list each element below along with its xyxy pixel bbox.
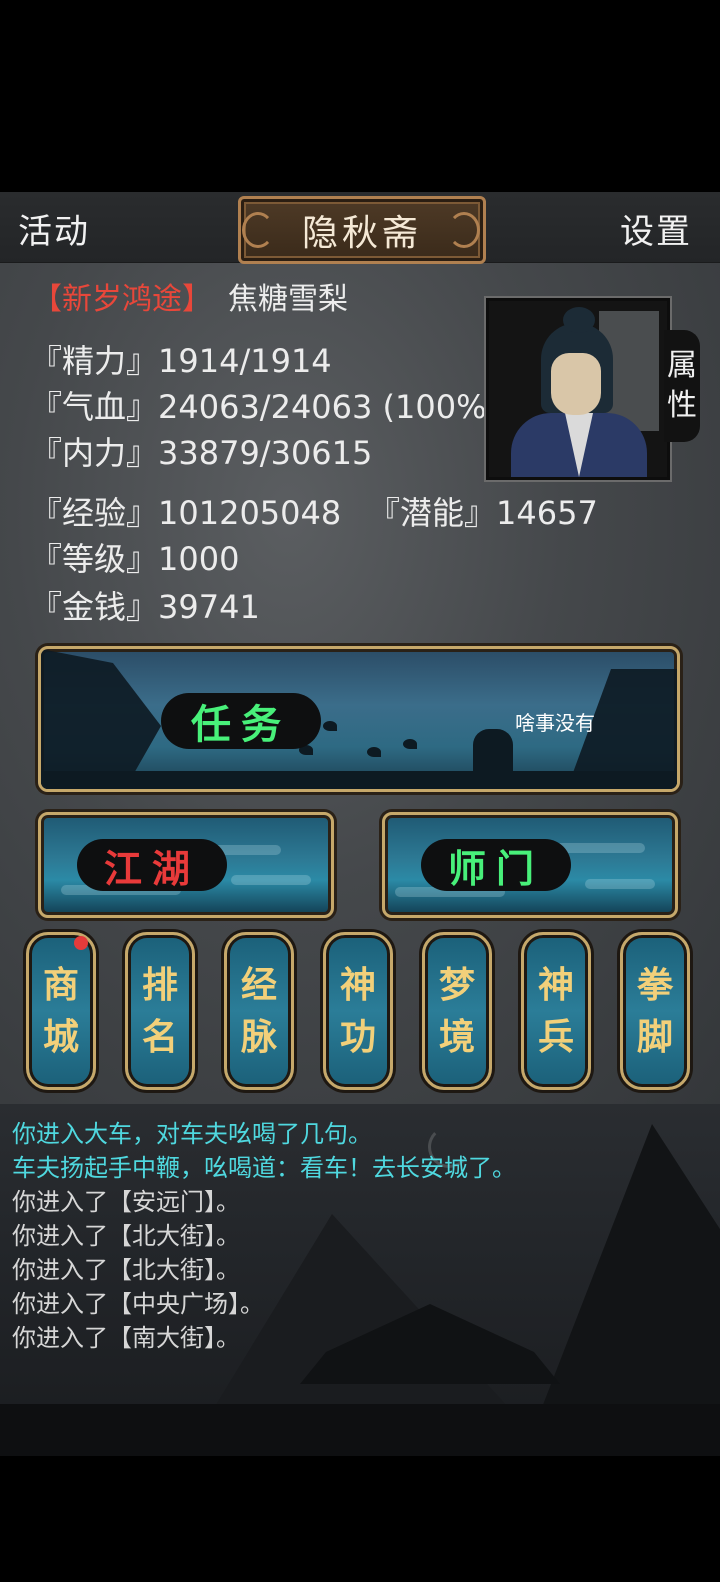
jianghu-button[interactable]: 江湖: [38, 812, 334, 918]
log-line: 你进入了【南大街】。: [12, 1324, 240, 1352]
mission-label-pill: 任务: [161, 693, 321, 749]
stat-health: 『气血』24063/24063 (100%): [30, 388, 500, 426]
top-black-bar: [0, 0, 720, 192]
log-line: 你进入了【中央广场】。: [12, 1290, 264, 1318]
log-line: 你进入了【北大街】。: [12, 1256, 240, 1284]
player-name: 焦糖雪梨: [228, 282, 348, 317]
ground-silhouette: [41, 771, 677, 789]
shop-button[interactable]: 商 城: [26, 932, 96, 1090]
butterfly-icon: [367, 747, 381, 757]
jianghu-label-pill: 江湖: [77, 839, 227, 891]
stat-money: 『金钱』39741: [30, 588, 260, 626]
dream-realm-label-1: 梦: [438, 964, 475, 1006]
portrait-face: [551, 353, 601, 415]
stat-potential: 『潜能』14657: [368, 494, 598, 532]
activity-button[interactable]: 活动: [18, 204, 90, 253]
shop-alert-dot: [74, 936, 88, 950]
shimen-label: 师门: [447, 845, 544, 891]
shop-label-1: 商: [42, 964, 79, 1006]
log-line: 你进入大车，对车夫吆喝了几句。: [12, 1120, 372, 1148]
divine-weapon-button[interactable]: 神 兵: [521, 932, 591, 1090]
cloud-decoration: [585, 879, 655, 889]
jianghu-label: 江湖: [103, 845, 200, 891]
butterfly-icon: [403, 739, 417, 749]
cloud-decoration: [555, 843, 645, 853]
dream-realm-label-2: 境: [438, 1016, 475, 1058]
location-title: 隐秋斋: [301, 213, 422, 254]
meridian-button[interactable]: 经 脉: [224, 932, 294, 1090]
shimen-button[interactable]: 师门: [382, 812, 678, 918]
fist-kick-label-1: 拳: [636, 964, 673, 1006]
meridian-label-1: 经: [240, 964, 277, 1006]
divine-weapon-label-1: 神: [537, 964, 574, 1006]
attribute-tab[interactable]: 属 性: [664, 330, 700, 442]
fist-kick-button[interactable]: 拳 脚: [620, 932, 690, 1090]
seated-figure-silhouette: [473, 729, 513, 781]
stat-level: 『等级』1000: [30, 540, 240, 578]
log-line: 你进入了【北大街】。: [12, 1222, 240, 1250]
ranking-button[interactable]: 排 名: [125, 932, 195, 1090]
log-line: 你进入了【安远门】。: [12, 1188, 240, 1216]
attribute-tab-char-1: 属: [667, 348, 697, 383]
character-portrait[interactable]: [486, 298, 670, 480]
portrait-bun: [563, 307, 595, 333]
settings-button[interactable]: 设置: [620, 204, 692, 253]
stat-inner-power: 『内力』33879/30615: [30, 434, 373, 472]
scroll-ornament-right-icon: [448, 212, 480, 248]
ranking-label-2: 名: [141, 1016, 178, 1058]
divine-skill-label-1: 神: [339, 964, 376, 1006]
shop-label-2: 城: [42, 1016, 79, 1058]
cloud-decoration: [231, 875, 311, 885]
log-line: 车夫扬起手中鞭，吆喝道：看车！去长安城了。: [12, 1154, 516, 1182]
attribute-tab-char-2: 性: [667, 388, 697, 423]
shimen-label-pill: 师门: [421, 839, 571, 891]
mission-note: 啥事没有: [515, 711, 595, 735]
bottom-black-bar: [0, 1456, 720, 1582]
mission-label: 任务: [191, 701, 291, 748]
stat-stamina: 『精力』1914/1914: [30, 342, 332, 380]
message-log[interactable]: 你进入大车，对车夫吆喝了几句。 车夫扬起手中鞭，吆喝道：看车！去长安城了。 你进…: [0, 1104, 720, 1456]
player-title-badge: 【新岁鸿途】: [32, 282, 212, 317]
divine-weapon-label-2: 兵: [537, 1016, 574, 1058]
ranking-label-1: 排: [141, 964, 178, 1006]
meridian-label-2: 脉: [240, 1016, 277, 1058]
divine-skill-label-2: 功: [339, 1016, 376, 1058]
fist-kick-label-2: 脚: [636, 1016, 673, 1058]
tree-silhouette-left: [41, 649, 161, 789]
divine-skill-button[interactable]: 神 功: [323, 932, 393, 1090]
ground-silhouette: [0, 1404, 720, 1456]
mission-banner[interactable]: 任务 啥事没有: [38, 646, 680, 792]
butterfly-icon: [323, 721, 337, 731]
dream-realm-button[interactable]: 梦 境: [422, 932, 492, 1090]
scroll-ornament-left-icon: [242, 212, 274, 248]
stat-experience: 『经验』101205048: [30, 494, 342, 532]
